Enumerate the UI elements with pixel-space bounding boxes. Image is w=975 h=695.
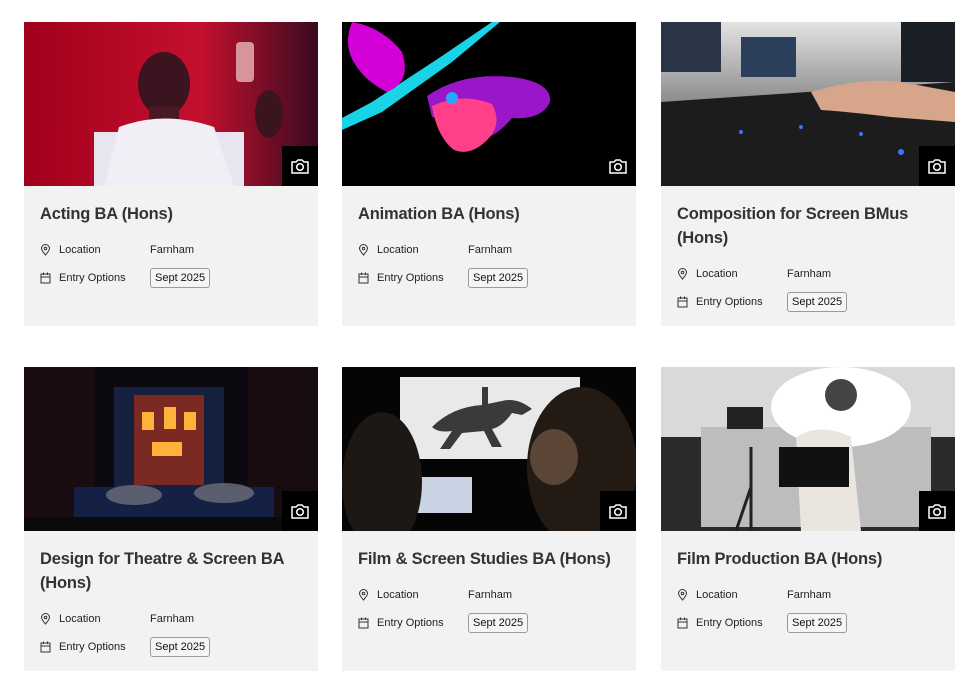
course-title[interactable]: Acting BA (Hons) xyxy=(40,202,302,226)
photo-button[interactable] xyxy=(919,146,955,186)
course-photo xyxy=(661,367,955,531)
entry-badge: Sept 2025 xyxy=(468,613,529,633)
entry-label: Entry Options xyxy=(59,641,126,653)
location-label: Location xyxy=(377,589,419,601)
map-pin-icon xyxy=(358,589,369,601)
location-row: Location Farnham xyxy=(677,581,939,609)
course-card-acting[interactable]: Acting BA (Hons) Location Farnham Entry … xyxy=(24,22,318,326)
entry-label: Entry Options xyxy=(377,272,444,284)
location-value: Farnham xyxy=(468,589,513,601)
course-photo xyxy=(661,22,955,186)
course-card-film-production[interactable]: Film Production BA (Hons) Location Farnh… xyxy=(661,367,955,671)
location-label: Location xyxy=(377,244,419,256)
course-photo xyxy=(24,22,318,186)
course-title[interactable]: Film Production BA (Hons) xyxy=(677,547,939,571)
course-title[interactable]: Design for Theatre & Screen BA (Hons) xyxy=(40,547,302,595)
entry-badge: Sept 2025 xyxy=(150,268,211,288)
location-row: Location Farnham xyxy=(677,260,939,288)
map-pin-icon xyxy=(358,244,369,256)
photo-button[interactable] xyxy=(919,491,955,531)
calendar-icon xyxy=(677,296,688,308)
course-image[interactable] xyxy=(342,22,636,186)
camera-icon xyxy=(291,504,309,519)
entry-row: Entry Options Sept 2025 xyxy=(40,633,302,661)
calendar-icon xyxy=(40,272,51,284)
location-label: Location xyxy=(696,589,738,601)
calendar-icon xyxy=(677,617,688,629)
course-image[interactable] xyxy=(24,367,318,531)
entry-badge: Sept 2025 xyxy=(787,292,848,312)
course-card-design-theatre[interactable]: Design for Theatre & Screen BA (Hons) Lo… xyxy=(24,367,318,671)
location-value: Farnham xyxy=(787,589,832,601)
course-image[interactable] xyxy=(661,22,955,186)
map-pin-icon xyxy=(40,613,51,625)
course-image[interactable] xyxy=(342,367,636,531)
entry-badge: Sept 2025 xyxy=(787,613,848,633)
entry-row: Entry Options Sept 2025 xyxy=(677,609,939,637)
photo-button[interactable] xyxy=(282,491,318,531)
course-title[interactable]: Animation BA (Hons) xyxy=(358,202,620,226)
course-photo xyxy=(342,22,636,186)
location-label: Location xyxy=(696,268,738,280)
entry-label: Entry Options xyxy=(696,617,763,629)
camera-icon xyxy=(609,504,627,519)
photo-button[interactable] xyxy=(600,491,636,531)
course-photo xyxy=(342,367,636,531)
photo-button[interactable] xyxy=(600,146,636,186)
course-title[interactable]: Film & Screen Studies BA (Hons) xyxy=(358,547,620,571)
entry-row: Entry Options Sept 2025 xyxy=(677,288,939,316)
location-value: Farnham xyxy=(787,268,832,280)
entry-badge: Sept 2025 xyxy=(468,268,529,288)
calendar-icon xyxy=(358,272,369,284)
course-image[interactable] xyxy=(24,22,318,186)
course-grid: Acting BA (Hons) Location Farnham Entry … xyxy=(0,0,975,695)
entry-label: Entry Options xyxy=(377,617,444,629)
location-row: Location Farnham xyxy=(358,236,620,264)
calendar-icon xyxy=(40,641,51,653)
map-pin-icon xyxy=(677,589,688,601)
camera-icon xyxy=(928,159,946,174)
location-value: Farnham xyxy=(150,244,195,256)
course-card-animation[interactable]: Animation BA (Hons) Location Farnham Ent… xyxy=(342,22,636,326)
camera-icon xyxy=(609,159,627,174)
entry-label: Entry Options xyxy=(696,296,763,308)
entry-row: Entry Options Sept 2025 xyxy=(358,609,620,637)
location-row: Location Farnham xyxy=(40,236,302,264)
location-row: Location Farnham xyxy=(40,605,302,633)
location-label: Location xyxy=(59,244,101,256)
entry-badge: Sept 2025 xyxy=(150,637,211,657)
location-row: Location Farnham xyxy=(358,581,620,609)
entry-row: Entry Options Sept 2025 xyxy=(358,264,620,292)
entry-row: Entry Options Sept 2025 xyxy=(40,264,302,292)
camera-icon xyxy=(928,504,946,519)
map-pin-icon xyxy=(677,268,688,280)
course-title[interactable]: Composition for Screen BMus (Hons) xyxy=(677,202,939,250)
location-value: Farnham xyxy=(150,613,195,625)
map-pin-icon xyxy=(40,244,51,256)
photo-button[interactable] xyxy=(282,146,318,186)
camera-icon xyxy=(291,159,309,174)
calendar-icon xyxy=(358,617,369,629)
course-photo xyxy=(24,367,318,531)
course-card-film-screen-studies[interactable]: Film & Screen Studies BA (Hons) Location… xyxy=(342,367,636,671)
course-card-composition[interactable]: Composition for Screen BMus (Hons) Locat… xyxy=(661,22,955,326)
course-image[interactable] xyxy=(661,367,955,531)
location-value: Farnham xyxy=(468,244,513,256)
entry-label: Entry Options xyxy=(59,272,126,284)
location-label: Location xyxy=(59,613,101,625)
